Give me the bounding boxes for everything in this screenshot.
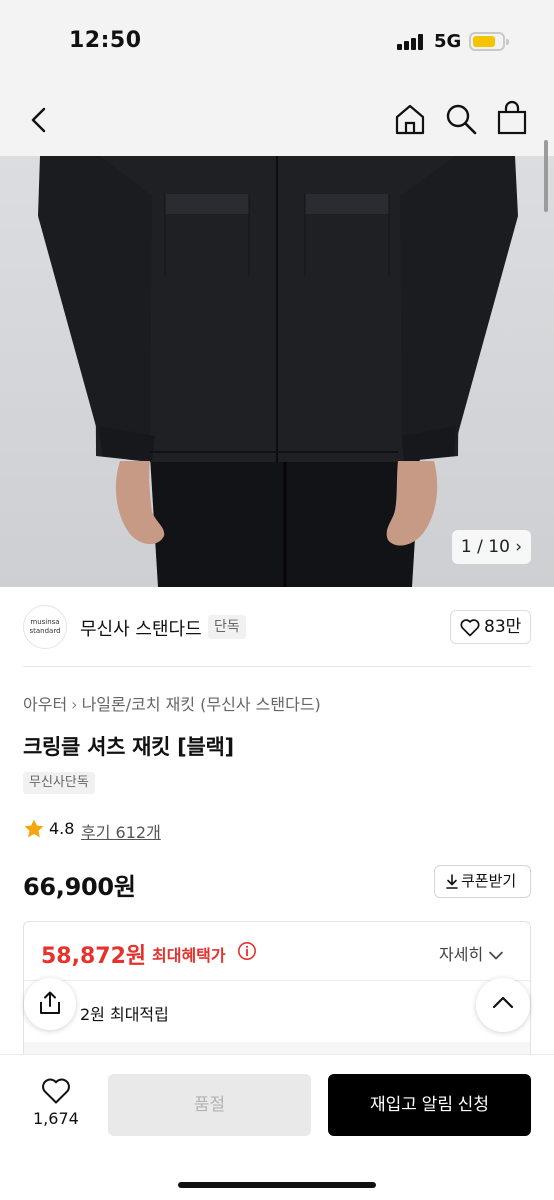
- product-photo: [0, 156, 554, 587]
- scroll-indicator: [544, 140, 548, 212]
- info-icon[interactable]: [237, 941, 257, 961]
- chevron-down-icon: [489, 951, 503, 960]
- max-benefit-label: 최대혜택가: [152, 946, 226, 965]
- breadcrumb: 아우터 › 나일론/코치 재킷 (무신사 스탠다드): [23, 691, 321, 715]
- status-time: 12:50: [69, 28, 142, 53]
- divider: [23, 666, 531, 667]
- sold-out-button[interactable]: 품절: [108, 1074, 311, 1136]
- home-indicator: [178, 1182, 376, 1188]
- product-image-carousel[interactable]: [0, 156, 554, 587]
- brand-logo-line1: musinsa: [30, 618, 60, 626]
- benefit-divider: [24, 980, 530, 981]
- coupon-button[interactable]: 쿠폰받기: [434, 865, 531, 898]
- battery-icon: [469, 32, 509, 51]
- review-link[interactable]: 후기 612개: [81, 819, 161, 843]
- details-toggle[interactable]: 자세히: [439, 941, 503, 965]
- back-button[interactable]: [24, 104, 56, 136]
- search-icon: [446, 104, 477, 135]
- coupon-label: 쿠폰받기: [461, 872, 517, 890]
- share-button[interactable]: [24, 978, 76, 1030]
- breadcrumb-separator: ›: [71, 695, 78, 714]
- download-icon: [446, 874, 458, 889]
- benefit-box: 58,872원 최대혜택가 자세히 2원 최대적립: [23, 921, 531, 1062]
- brand-logo-line2: standard: [29, 627, 61, 635]
- scroll-top-button[interactable]: [476, 978, 530, 1032]
- bottom-action-bar: 1,674 품절 재입고 알림 신청: [0, 1054, 554, 1200]
- cart-button[interactable]: [495, 100, 529, 136]
- home-icon: [395, 104, 425, 135]
- home-button[interactable]: [393, 102, 427, 136]
- restock-alert-button[interactable]: 재입고 알림 신청: [328, 1074, 531, 1136]
- brand-name[interactable]: 무신사 스탠다드: [80, 615, 202, 641]
- network-label: 5G: [434, 31, 462, 52]
- rating-value: 4.8: [49, 819, 75, 838]
- heart-icon[interactable]: [41, 1077, 71, 1105]
- top-nav: [0, 84, 554, 156]
- star-icon: [24, 819, 44, 838]
- brand-like-count: 83만: [484, 617, 522, 637]
- heart-icon: [460, 619, 480, 637]
- brand-like-button[interactable]: 83만: [450, 610, 531, 644]
- details-label: 자세히: [439, 945, 484, 964]
- chevron-up-icon: [492, 996, 514, 1009]
- chevron-left-icon: [31, 107, 46, 133]
- product-title: 크링클 셔츠 재킷 [블랙]: [23, 735, 234, 759]
- status-bar: 12:50 5G: [0, 0, 554, 84]
- exclusive-badge: 단독: [208, 615, 246, 639]
- product-tag: 무신사단독: [23, 772, 95, 794]
- max-benefit-price: 58,872원: [41, 944, 147, 969]
- wishlist-count: 1,674: [33, 1109, 79, 1128]
- points-text: 2원 최대적립: [80, 1005, 169, 1024]
- breadcrumb-item-subcategory[interactable]: 나일론/코치 재킷 (무신사 스탠다드): [82, 695, 321, 714]
- signal-icon: [397, 34, 427, 50]
- breadcrumb-item-category[interactable]: 아우터: [23, 695, 67, 714]
- shopping-bag-icon: [497, 100, 527, 135]
- image-counter[interactable]: 1 / 10 ›: [452, 530, 531, 564]
- share-icon: [40, 991, 60, 1014]
- brand-logo[interactable]: musinsa standard: [23, 605, 67, 649]
- product-price: 66,900원: [23, 873, 136, 901]
- search-button[interactable]: [444, 102, 478, 136]
